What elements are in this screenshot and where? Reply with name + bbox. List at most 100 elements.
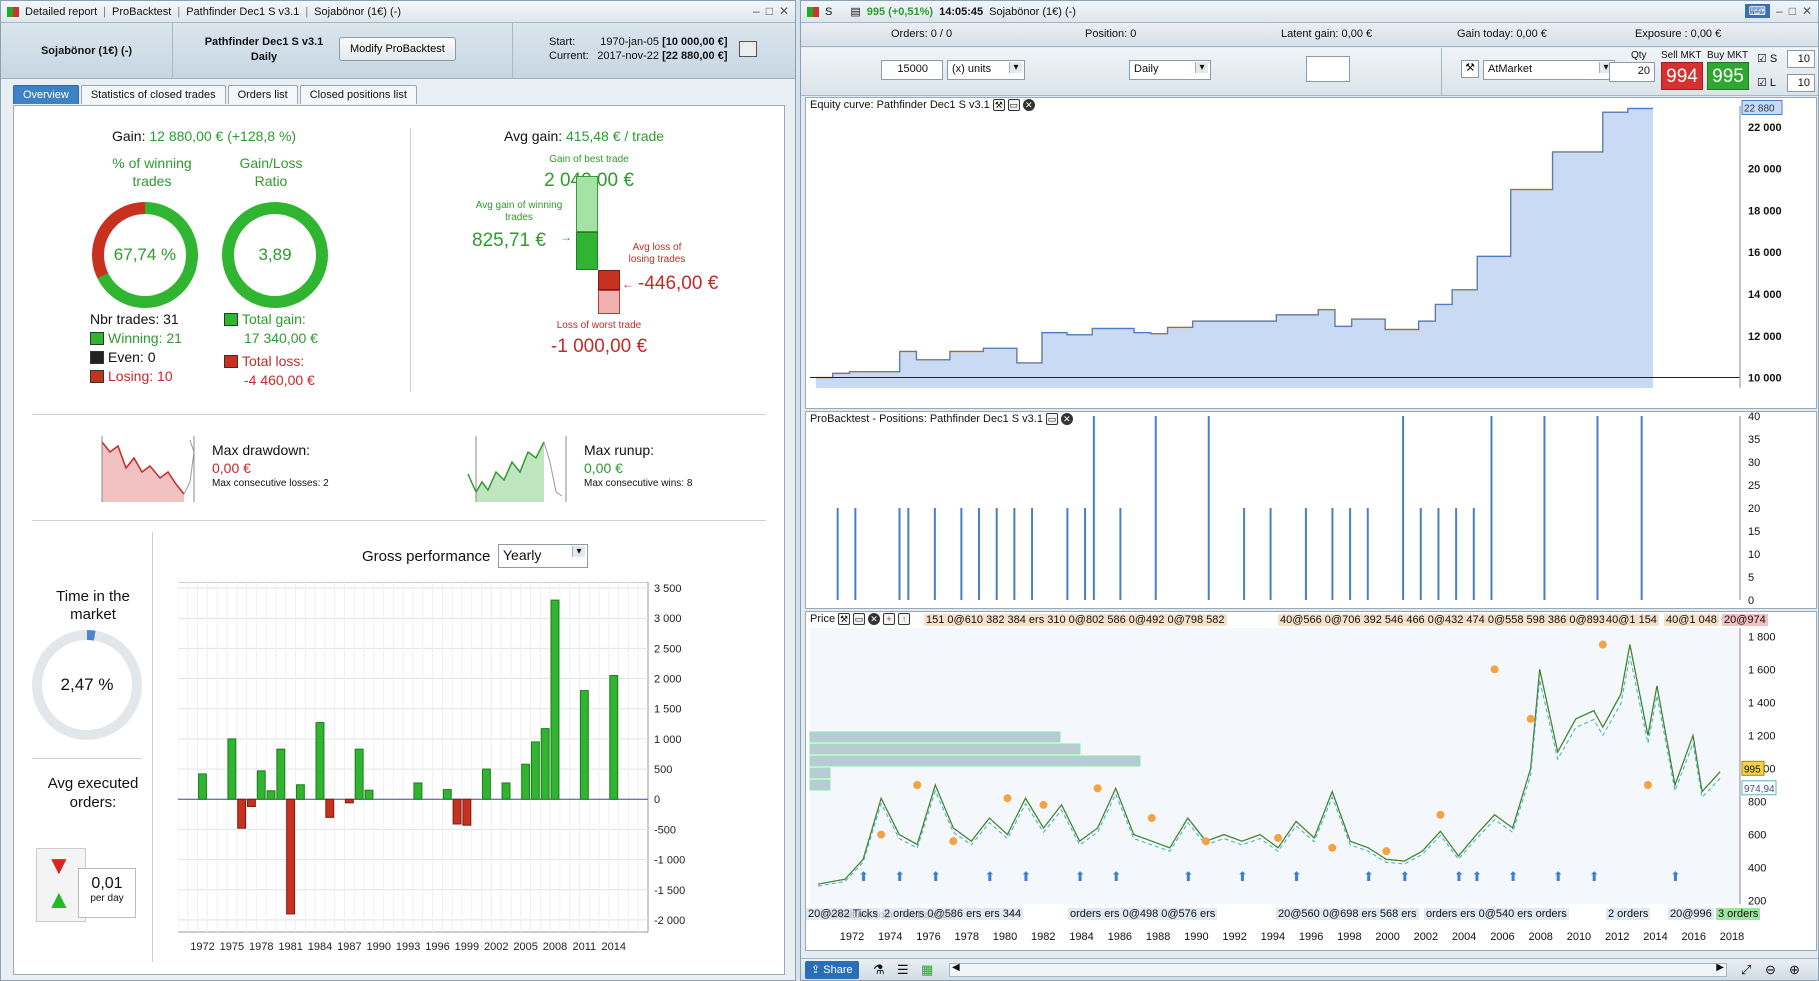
share-button[interactable]: ⇪ Share (805, 961, 859, 979)
s-checkbox[interactable]: ☑ S (1757, 52, 1777, 65)
window-icon[interactable]: ▭ (853, 613, 866, 625)
chart-titlebar: S ▤ 995 (+0,51%) 14:05:45 Sojabönor (1€)… (801, 1, 1818, 23)
order-label-bottom-6: 2 orders (1606, 908, 1651, 920)
sell-marker (1598, 640, 1607, 649)
tab-overview[interactable]: Overview (13, 85, 79, 104)
buy-label: Buy MKT (1707, 50, 1749, 61)
close-pane-icon[interactable]: ✕ (1022, 99, 1035, 111)
tab-orders-list[interactable]: Orders list (227, 85, 298, 104)
maximize-icon[interactable]: □ (1789, 4, 1796, 18)
gain-today-status: Gain today: 0,00 € (1457, 28, 1547, 40)
gain-summary: Gain: 12 880,00 € (+128,8 %) (112, 128, 296, 144)
y-tick-label: -2 000 (654, 915, 685, 927)
avg-gain-value: 415,48 € / trade (566, 128, 665, 144)
wrench-icon[interactable]: ⚒ (992, 99, 1005, 111)
timeframe-select[interactable]: Daily (1129, 60, 1211, 80)
bar-1999 (462, 798, 472, 826)
equity-tick: 22 000 (1748, 122, 1782, 134)
tab-closed-positions[interactable]: Closed positions list (299, 85, 417, 104)
even-swatch (90, 351, 104, 364)
units-select[interactable]: (x) units (947, 60, 1025, 80)
window-icon[interactable]: ▭ (1045, 413, 1058, 425)
bar-1985 (325, 798, 335, 818)
window-icon[interactable]: ▭ (1007, 99, 1020, 111)
equity-title: Equity curve: Pathfinder Dec1 S v3.1 ⚒ ▭ ✕ (808, 99, 1037, 111)
sell-button[interactable]: 994 (1661, 62, 1703, 90)
volume-profile-bar (809, 767, 831, 779)
wrench-icon[interactable]: ⚒ (838, 613, 851, 625)
title-part-1: Detailed report (25, 5, 98, 18)
buy-arrow-icon: ⬆ (1508, 869, 1519, 884)
qty-input[interactable]: 20 (1609, 62, 1655, 82)
equity-title-text: Equity curve: Pathfinder Dec1 S v3.1 (810, 99, 990, 111)
zoom-out-icon[interactable]: ⊖ (1765, 962, 1776, 978)
close-icon[interactable]: ✕ (779, 4, 789, 18)
grid-icon[interactable]: ▦ (921, 962, 933, 978)
close-pane-icon[interactable]: ✕ (1060, 413, 1073, 425)
buy-arrow-icon: ⬆ (1670, 869, 1681, 884)
bar-1978 (256, 770, 266, 800)
year-tick: 1980 (993, 931, 1017, 943)
price-chart: ⬆⬆⬆⬆⬆⬆⬆⬆⬆⬆⬆⬆⬆⬆⬆⬆⬆⬆1 8001 6001 4001 2001 … (809, 628, 1777, 943)
chart-type-icon[interactable] (1306, 56, 1350, 82)
zoom-fit-icon[interactable]: ⤢ (1741, 962, 1751, 978)
zoom-in-icon[interactable]: ⊕ (1789, 962, 1800, 978)
avg-gain-summary: Avg gain: 415,48 € / trade (504, 128, 664, 144)
add-icon[interactable]: + (883, 613, 896, 625)
buy-arrow-icon: ⬆ (1075, 869, 1086, 884)
chart-window: S ▤ 995 (+0,51%) 14:05:45 Sojabönor (1€)… (800, 0, 1819, 981)
s-input[interactable]: 10 (1787, 50, 1815, 68)
tab-statistics[interactable]: Statistics of closed trades (80, 85, 226, 104)
equity-tick: 12 000 (1748, 331, 1782, 343)
buy-arrow-icon: ⬆ (894, 869, 905, 884)
chart-instrument: Sojabönor (1€) (-) (989, 5, 1076, 18)
drawdown-thumbnail (101, 436, 195, 502)
modify-probacktest-button[interactable]: Modify ProBacktest (339, 37, 456, 61)
buy-button[interactable]: 995 (1707, 62, 1749, 90)
close-pane-icon[interactable]: ✕ (868, 613, 881, 625)
minimize-icon[interactable]: – (1776, 4, 1783, 18)
horizontal-scrollbar[interactable]: ◀ ▶ (949, 962, 1727, 977)
position-tick: 10 (1748, 549, 1760, 561)
title-part-2: ProBacktest (112, 5, 172, 18)
keyboard-icon[interactable]: ⌨ (1744, 4, 1770, 18)
year-tick: 2004 (1452, 931, 1476, 943)
gross-performance-select[interactable]: Yearly (498, 544, 588, 568)
bar-1982 (295, 784, 305, 800)
bar-2008 (550, 599, 560, 800)
x-tick-label: 2005 (513, 941, 537, 953)
avg-loss-label: Avg loss of losing trades (628, 242, 686, 265)
year-tick: 2018 (1720, 931, 1744, 943)
year-tick: 1978 (955, 931, 979, 943)
year-tick: 1986 (1108, 931, 1132, 943)
print-icon[interactable] (739, 41, 757, 57)
wrench-icon[interactable]: ⚒ (1461, 60, 1479, 78)
order-type-select[interactable]: AtMarket (1483, 60, 1615, 80)
ratio-donut: 3,89 (222, 202, 328, 308)
buy-arrow-icon: ⬆ (1453, 869, 1464, 884)
equity-curve-pane: 22 000 20 000 18 000 16 000 14 000 12 000 10 0… (805, 97, 1817, 409)
l-checkbox[interactable]: ☑ L (1757, 76, 1776, 89)
minimize-icon[interactable]: – (753, 4, 760, 18)
l-input[interactable]: 10 (1787, 74, 1815, 92)
position-status: Position: 0 (1085, 28, 1137, 40)
gain-label: Gain: (112, 128, 146, 144)
buy-arrow-icon: ⬆ (1237, 869, 1248, 884)
list-icon[interactable]: ☰ (897, 962, 909, 978)
equity-tick: 10 000 (1748, 373, 1782, 385)
maximize-icon[interactable]: □ (766, 4, 773, 18)
quantity-input[interactable]: 15000 (881, 60, 943, 80)
x-tick-label: 1990 (366, 941, 390, 953)
arrow-down-icon: ▼ (46, 850, 72, 880)
close-icon[interactable]: ✕ (1802, 4, 1812, 18)
winning-pct-value: 67,74 % (104, 214, 186, 296)
bar-2007 (540, 728, 550, 800)
sell-marker (1039, 800, 1048, 809)
report-titlebar: Detailed report | ProBacktest | Pathfinder… (1, 1, 795, 23)
exposure-status: Exposure : 0,00 € (1635, 28, 1722, 40)
price-tick: 200 (1748, 896, 1766, 908)
up-icon[interactable]: ↑ (898, 613, 911, 625)
indicators-icon[interactable]: ⚗ (873, 962, 885, 978)
l-label: L (1769, 77, 1777, 89)
equity-tick: 14 000 (1748, 289, 1782, 301)
